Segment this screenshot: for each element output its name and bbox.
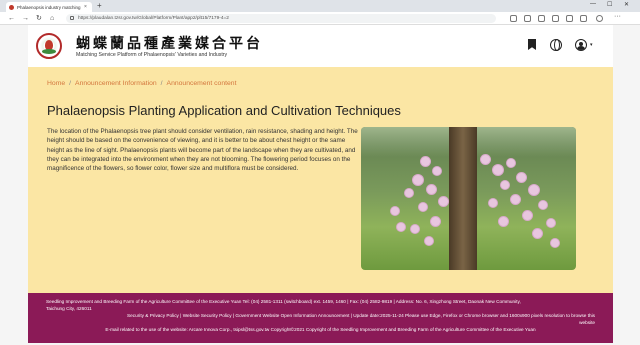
logo-leaf-icon xyxy=(42,49,56,54)
maximize-button[interactable]: ☐ xyxy=(607,1,612,8)
orchid-tree-photo xyxy=(361,127,576,270)
site-footer: Seedling Improvement and Breeding Farm o… xyxy=(28,293,613,343)
minimize-button[interactable]: — xyxy=(590,1,596,7)
site-title-english: Matching Service Platform of Phalaenopsi… xyxy=(76,52,228,58)
breadcrumb-home[interactable]: Home xyxy=(47,80,65,87)
article-body: The location of the Phalaenopsis tree pl… xyxy=(47,128,358,173)
collections-icon[interactable] xyxy=(566,15,573,22)
url-text: https://plaudalan.tzsr.gov.tw/Global/Pla… xyxy=(78,16,229,21)
lock-icon xyxy=(70,16,74,20)
footer-copyright: E-mail related to the use of the website… xyxy=(105,327,536,332)
footer-policy-links-cont: website xyxy=(579,320,595,325)
home-button[interactable]: ⌂ xyxy=(50,14,54,23)
favorites-icon[interactable] xyxy=(552,15,559,22)
browser-tab-bar: Phalaenopsis industry matching × + — ☐ ✕ xyxy=(0,0,640,12)
footer-policy-links[interactable]: Security & Privacy Policy | Website Secu… xyxy=(46,312,595,319)
extensions-icon[interactable] xyxy=(538,15,545,22)
breadcrumb-current: Announcement content xyxy=(166,80,237,87)
reload-button[interactable]: ↻ xyxy=(36,14,42,23)
favorite-star-icon[interactable] xyxy=(524,15,531,22)
reading-mode-icon[interactable] xyxy=(510,15,517,22)
site-logo[interactable] xyxy=(36,33,62,59)
breadcrumb-separator: / xyxy=(69,80,72,87)
footer-contact-line: Seedling Improvement and Breeding Farm o… xyxy=(46,299,521,304)
close-window-button[interactable]: ✕ xyxy=(624,1,629,8)
back-button[interactable]: ← xyxy=(8,14,15,23)
page-title: Phalaenopsis Planting Application and Cu… xyxy=(47,103,401,118)
site-title-chinese[interactable]: 蝴蝶蘭品種產業媒合平台 xyxy=(76,33,263,53)
forward-button[interactable]: → xyxy=(22,14,29,23)
breadcrumb-separator: / xyxy=(160,80,163,87)
profile-avatar-icon[interactable] xyxy=(596,15,603,22)
url-field[interactable]: https://plaudalan.tzsr.gov.tw/Global/Pla… xyxy=(66,14,496,23)
close-tab-icon[interactable]: × xyxy=(84,4,87,10)
site-favicon-icon xyxy=(9,4,14,10)
browser-tab[interactable]: Phalaenopsis industry matching × xyxy=(6,2,92,12)
breadcrumb: Home / Announcement Information / Announceme… xyxy=(47,80,236,87)
browser-menu-icon[interactable]: ··· xyxy=(614,13,621,22)
bookmark-icon[interactable] xyxy=(526,39,538,51)
footer-address-line: Taichung City, 426011 xyxy=(46,306,92,311)
downloads-icon[interactable] xyxy=(580,15,587,22)
chevron-down-icon[interactable]: ▾ xyxy=(590,42,593,48)
user-account-icon[interactable] xyxy=(575,39,587,51)
address-bar: ← → ↻ ⌂ https://plaudalan.tzsr.gov.tw/Gl… xyxy=(0,12,640,25)
new-tab-button[interactable]: + xyxy=(97,2,102,10)
breadcrumb-announcement-information[interactable]: Announcement Information xyxy=(75,80,157,87)
language-globe-icon[interactable] xyxy=(550,39,562,51)
site-header: 蝴蝶蘭品種產業媒合平台 Matching Service Platform of… xyxy=(28,25,613,67)
main-content: Home / Announcement Information / Announceme… xyxy=(28,67,613,293)
tab-title: Phalaenopsis industry matching xyxy=(17,4,81,10)
